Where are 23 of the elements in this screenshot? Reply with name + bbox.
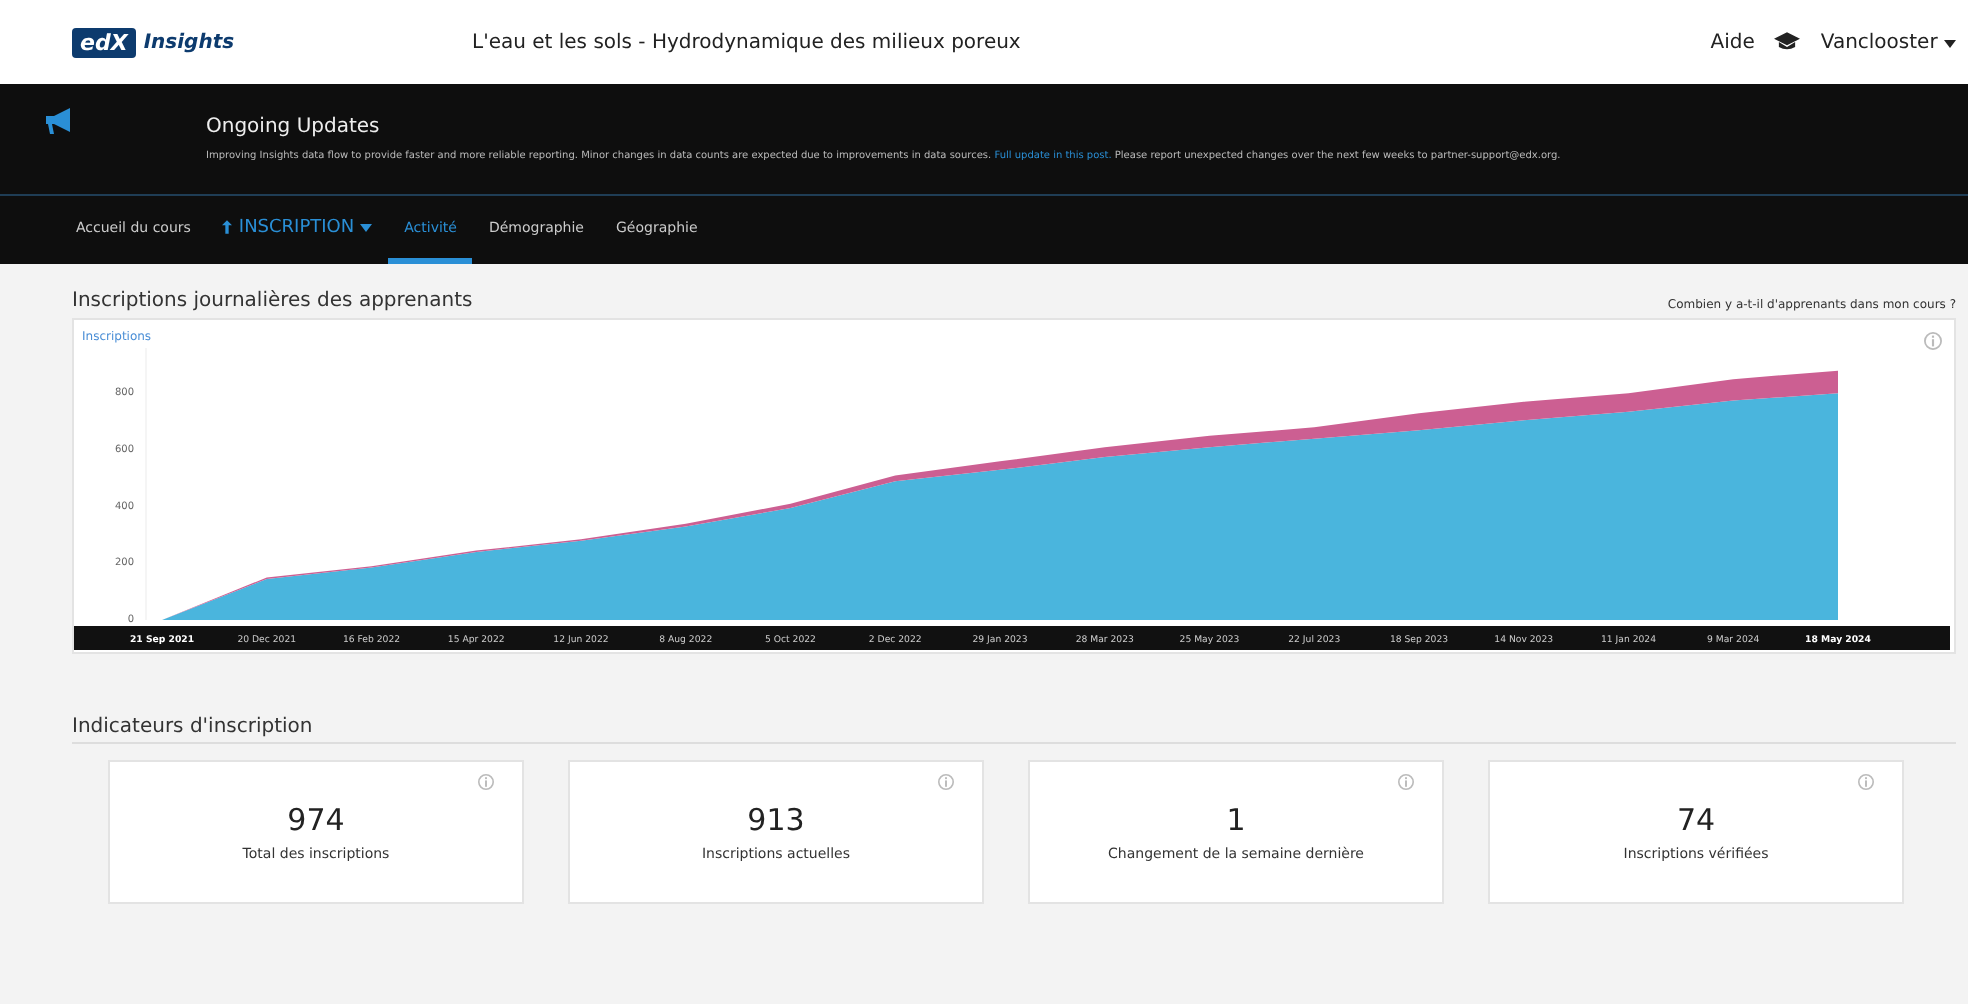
section-title: Indicateurs d'inscription [72, 716, 313, 738]
megaphone-icon [44, 108, 76, 136]
help-link[interactable]: Aide [1710, 31, 1755, 53]
user-menu[interactable]: Vanclooster [1820, 31, 1956, 53]
nav-tab[interactable]: INSCRIPTION [206, 196, 389, 264]
arrow-up-icon [222, 220, 233, 234]
metric-value: 974 [287, 802, 345, 838]
banner-title: Ongoing Updates [206, 116, 382, 138]
info-icon[interactable] [1398, 774, 1414, 790]
section-title: Inscriptions journalières des apprenants [72, 290, 473, 312]
info-icon[interactable] [1858, 774, 1874, 790]
metric-value: 1 [1226, 802, 1246, 838]
course-title: L'eau et les sols - Hydrodynamique des milieux poreux [472, 31, 1021, 53]
caret-icon [360, 223, 373, 231]
logo-badge[interactable]: edX [72, 27, 136, 57]
metric-value: 74 [1676, 802, 1716, 838]
info-icon[interactable] [1924, 332, 1942, 350]
metric-value: 913 [747, 802, 805, 838]
logo-text: Insights [143, 31, 235, 53]
info-icon[interactable] [938, 774, 954, 790]
graduation-cap-icon [1774, 32, 1801, 52]
caret-icon [1944, 39, 1956, 47]
info-icon[interactable] [478, 774, 494, 790]
